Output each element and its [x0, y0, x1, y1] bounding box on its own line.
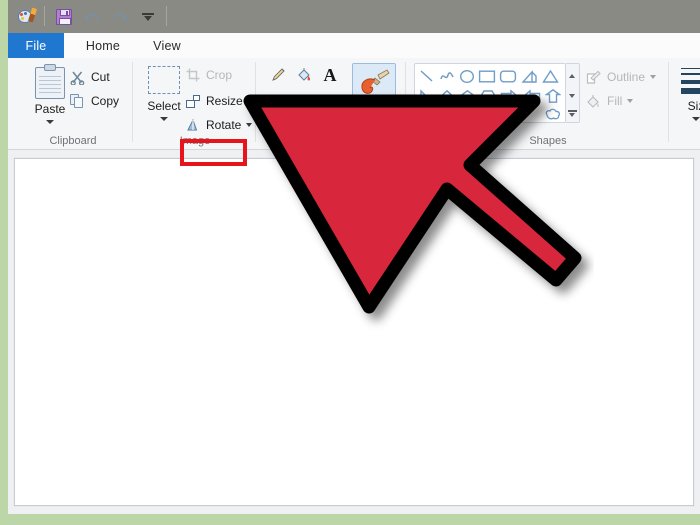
clipboard-group-label: Clipboard: [49, 135, 97, 147]
selection-rectangle-icon: [148, 66, 180, 94]
outline-label: Outline: [607, 70, 646, 84]
resize-button[interactable]: Resize: [186, 90, 243, 112]
fill-tool-button[interactable]: [291, 62, 317, 88]
rotate-dropdown-caret-icon[interactable]: [246, 123, 253, 127]
size-label: Siz: [687, 99, 700, 113]
outer-green-frame: File Home View Paste Cut Copy Clipboard …: [0, 0, 700, 525]
group-separator-tools-shapes: [405, 62, 406, 142]
shape-curve[interactable]: [437, 67, 457, 86]
outline-icon: [586, 70, 601, 84]
crop-button[interactable]: Crop: [186, 64, 232, 86]
fill-dropdown-caret-icon[interactable]: [627, 99, 634, 103]
shape-rounded-rectangle[interactable]: [498, 67, 518, 86]
tab-strip-filler: [198, 33, 700, 58]
shape-right-triangle[interactable]: [417, 87, 437, 106]
more-shapes-icon: [567, 110, 577, 117]
paint-app-icon[interactable]: [14, 5, 38, 28]
paint-bucket-icon: [297, 68, 310, 81]
chevron-down-icon: [142, 11, 154, 23]
shape-left-arrow[interactable]: [521, 87, 541, 106]
shapes-gallery[interactable]: [414, 63, 566, 123]
resize-label: Resize: [206, 94, 243, 108]
floppy-disk-icon: [56, 8, 72, 25]
resize-highlight-box: [180, 139, 247, 166]
crop-icon: [186, 68, 200, 82]
ribbon-tab-strip: File Home View: [8, 33, 700, 58]
triangle-down-icon: [569, 93, 575, 98]
shapes-group-label: Shapes: [529, 135, 567, 147]
pencil-tool-button[interactable]: [265, 62, 291, 88]
fill-button[interactable]: Fill: [586, 90, 634, 112]
paste-dropdown-caret-icon[interactable]: [46, 120, 54, 124]
fill-label: Fill: [607, 94, 623, 108]
group-separator-clipboard-image: [132, 62, 133, 142]
redo-arrow-icon: [113, 12, 128, 21]
size-button[interactable]: Siz: [676, 62, 700, 136]
copy-icon: [70, 93, 85, 109]
text-tool-button[interactable]: A: [317, 62, 343, 88]
tab-file[interactable]: File: [8, 33, 64, 58]
customize-qat-icon[interactable]: [136, 5, 160, 28]
shape-line[interactable]: [417, 67, 437, 86]
shape-pentagon[interactable]: [457, 87, 477, 106]
qat-separator-1: [44, 6, 45, 26]
copy-label: Copy: [91, 94, 120, 108]
canvas-area: [8, 150, 700, 514]
shape-callout-cloud[interactable]: [543, 105, 563, 124]
shapes-scrollbar[interactable]: [566, 63, 580, 123]
text-a-icon: A: [323, 65, 337, 85]
scissors-icon: [70, 71, 85, 85]
shape-polygon[interactable]: [519, 67, 539, 86]
shape-hexagon[interactable]: [478, 87, 498, 106]
outline-button[interactable]: Outline: [586, 66, 657, 88]
undo-arrow-icon: [84, 12, 99, 21]
clipboard-icon: [35, 64, 65, 99]
shape-triangle[interactable]: [540, 67, 560, 86]
paste-label: Paste: [34, 102, 66, 116]
drawing-canvas[interactable]: [14, 158, 694, 506]
select-label: Select: [147, 99, 181, 113]
rotate-label: Rotate: [206, 118, 242, 132]
paintbrush-icon: [361, 69, 390, 94]
qat-separator-2: [166, 6, 167, 26]
select-dropdown-caret-icon[interactable]: [160, 117, 168, 121]
size-dropdown-caret-icon[interactable]: [692, 117, 700, 121]
save-icon[interactable]: [52, 5, 76, 28]
outline-dropdown-caret-icon[interactable]: [650, 75, 657, 79]
cut-button[interactable]: Cut: [70, 66, 110, 88]
undo-icon[interactable]: [80, 5, 104, 28]
group-separator-image-tools: [255, 62, 256, 142]
shapes-more[interactable]: [566, 104, 578, 123]
shape-right-arrow[interactable]: [499, 87, 519, 106]
resize-icon: [186, 94, 200, 108]
rotate-button[interactable]: Rotate: [186, 114, 253, 136]
group-separator-shapes-size: [668, 62, 669, 142]
tab-view[interactable]: View: [136, 33, 198, 58]
title-bar: [8, 0, 700, 33]
brushes-button[interactable]: [352, 63, 396, 105]
rotate-icon: [187, 118, 198, 131]
tab-home[interactable]: Home: [72, 33, 134, 58]
triangle-up-icon: [569, 73, 575, 78]
shape-oval[interactable]: [457, 67, 477, 86]
select-button[interactable]: Select: [141, 62, 187, 136]
line-thickness-icon: [681, 66, 700, 96]
shape-rectangle[interactable]: [477, 67, 497, 86]
cut-label: Cut: [91, 70, 110, 84]
pencil-icon: [272, 68, 285, 81]
paint-palette-icon: [17, 7, 37, 25]
paint-window: File Home View Paste Cut Copy Clipboard …: [8, 0, 700, 514]
paste-button[interactable]: Paste: [26, 62, 74, 136]
shape-up-arrow[interactable]: [543, 87, 563, 106]
shapes-scroll-up[interactable]: [566, 66, 578, 85]
redo-icon[interactable]: [108, 5, 132, 28]
crop-label: Crop: [206, 68, 233, 82]
ribbon: Paste Cut Copy Clipboard Select Crop Res…: [8, 58, 700, 166]
fill-icon: [587, 94, 600, 108]
shapes-scroll-down[interactable]: [566, 86, 578, 105]
copy-button[interactable]: Copy: [70, 90, 119, 112]
shape-diamond[interactable]: [437, 87, 457, 106]
